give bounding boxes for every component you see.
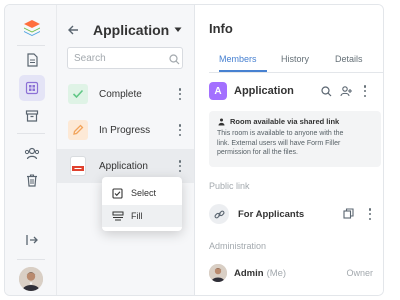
tab-details[interactable]: Details	[335, 54, 363, 64]
form-fill-icon	[112, 211, 124, 221]
form-template-icon[interactable]	[19, 75, 45, 101]
tab-members[interactable]: Members	[219, 54, 257, 64]
avatar	[209, 264, 227, 282]
folder-title[interactable]: Application	[93, 22, 169, 38]
member-role: Owner	[346, 268, 373, 278]
copy-icon[interactable]	[343, 208, 354, 219]
more-options-icon[interactable]	[175, 122, 185, 138]
pdf-file-icon	[70, 156, 86, 176]
app-window: Application Complete In Progress	[4, 4, 384, 296]
chevron-down-icon[interactable]	[174, 27, 182, 33]
member-me-tag: (Me)	[266, 267, 287, 279]
pencil-folder-icon	[68, 120, 88, 140]
room-header: A Application	[209, 81, 381, 101]
link-icon	[209, 204, 229, 224]
search-input[interactable]	[67, 47, 183, 69]
context-menu: Select Fill	[102, 177, 182, 231]
public-link-row[interactable]: For Applicants	[209, 203, 381, 225]
menu-item-fill[interactable]: Fill	[102, 205, 182, 227]
notice-text: This room is available to anyone with th…	[217, 129, 373, 158]
room-name: Application	[234, 85, 294, 97]
people-icon	[218, 118, 225, 125]
info-tabs: Members History Details	[209, 49, 383, 73]
active-tab-indicator	[219, 70, 267, 72]
search-icon[interactable]	[321, 85, 332, 97]
administration-label: Administration	[209, 241, 267, 251]
more-options-icon[interactable]	[360, 83, 370, 99]
add-user-icon[interactable]	[340, 85, 352, 97]
shared-link-notice: Room available via shared link This room…	[209, 111, 381, 167]
notice-title: Room available via shared link	[217, 117, 373, 126]
more-options-icon[interactable]	[175, 86, 185, 102]
list-item-complete[interactable]: Complete	[57, 77, 194, 111]
file-name: In Progress	[99, 124, 151, 136]
check-folder-icon	[68, 84, 88, 104]
file-name: Application	[99, 160, 148, 172]
trash-icon[interactable]	[19, 167, 45, 193]
notice-line: This room is available to anyone with th…	[217, 130, 344, 137]
admin-member-row[interactable]: Admin (Me) Owner	[209, 262, 373, 284]
document-icon[interactable]	[19, 47, 45, 73]
user-avatar[interactable]	[19, 267, 43, 291]
info-title: Info	[209, 21, 233, 36]
search-icon[interactable]	[169, 52, 180, 70]
notice-line: permission for all the files.	[217, 149, 298, 156]
layers-logo-icon[interactable]	[19, 15, 45, 41]
checkbox-icon	[112, 187, 123, 199]
menu-item-select[interactable]: Select	[102, 182, 182, 204]
list-item-in-progress[interactable]: In Progress	[57, 113, 194, 147]
files-header: Application	[67, 19, 186, 41]
logout-icon[interactable]	[19, 227, 45, 253]
archive-icon[interactable]	[19, 103, 45, 129]
users-icon[interactable]	[19, 141, 45, 167]
tab-history[interactable]: History	[281, 54, 309, 64]
back-arrow-icon[interactable]	[67, 24, 79, 36]
more-options-icon[interactable]	[365, 206, 375, 222]
files-panel: Application Complete In Progress	[57, 5, 195, 295]
info-panel: Info Members History Details A Applicati…	[195, 5, 383, 295]
public-link-name: For Applicants	[238, 208, 305, 220]
member-name: Admin	[234, 267, 264, 279]
notice-line: link. External users will have Form Fill…	[217, 139, 341, 147]
menu-item-label: Select	[131, 188, 157, 198]
more-options-icon[interactable]	[175, 158, 185, 174]
public-link-label: Public link	[209, 181, 250, 191]
notice-title-text: Room available via shared link	[230, 117, 340, 126]
icon-rail	[5, 5, 57, 295]
file-name: Complete	[99, 88, 142, 100]
room-badge: A	[209, 82, 227, 100]
menu-item-label: Fill	[131, 211, 143, 221]
